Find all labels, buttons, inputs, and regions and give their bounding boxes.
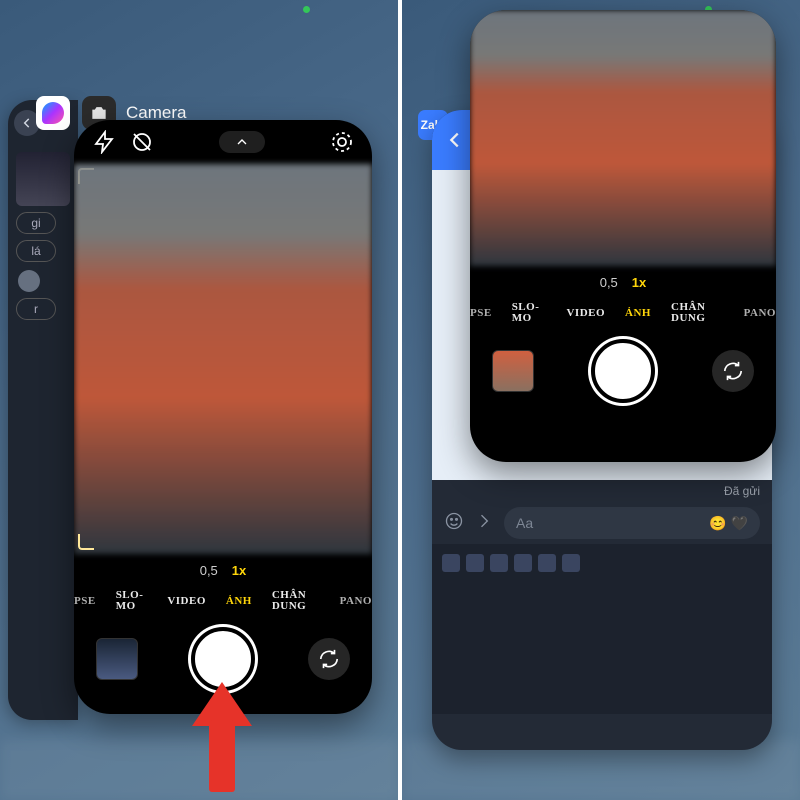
flash-icon[interactable] <box>92 130 116 154</box>
camera-viewfinder[interactable] <box>74 164 372 554</box>
night-mode-icon[interactable] <box>130 130 154 154</box>
chat-input-row: Aa 😊 🖤 <box>432 502 772 544</box>
chevron-up-icon[interactable] <box>219 131 265 153</box>
mode-timelapse[interactable]: PSE <box>470 308 492 319</box>
screenshot-left: Zalo gi lá r Camera <box>0 0 398 800</box>
last-photo-thumbnail[interactable] <box>492 350 534 392</box>
flip-camera-button[interactable] <box>308 638 350 680</box>
mode-slomo[interactable]: SLO-MO <box>116 590 148 612</box>
zoom-main[interactable]: 1x <box>632 275 646 290</box>
zoom-wide[interactable]: 0,5 <box>200 563 218 578</box>
viewfinder-corner <box>78 534 94 550</box>
last-photo-thumbnail[interactable] <box>96 638 138 680</box>
sticker-strip[interactable] <box>432 544 772 714</box>
chat-thumbnail <box>16 152 70 206</box>
chevron-right-icon[interactable] <box>474 511 494 536</box>
mode-photo[interactable]: ẢNH <box>226 596 252 607</box>
sent-label: Đã gửi <box>432 480 772 502</box>
emoji-icon[interactable] <box>444 511 464 536</box>
chat-chip: gi <box>16 212 56 234</box>
annotation-up-arrow-icon <box>192 682 252 792</box>
message-input[interactable]: Aa 😊 🖤 <box>504 507 760 539</box>
chevron-left-icon[interactable] <box>444 129 466 151</box>
mode-video[interactable]: VIDEO <box>566 308 605 319</box>
messenger-icon <box>42 102 64 124</box>
zoom-selector[interactable]: 0,5 1x <box>470 266 776 298</box>
camera-app-card[interactable]: 0,5 1x PSE SLO-MO VIDEO ẢNH CHÂN DUNG PA… <box>470 10 776 462</box>
camera-viewfinder[interactable] <box>470 10 776 266</box>
mode-video[interactable]: VIDEO <box>167 596 206 607</box>
zoom-wide[interactable]: 0,5 <box>600 275 618 290</box>
mode-portrait[interactable]: CHÂN DUNG <box>671 302 724 324</box>
camera-indicator-dot <box>303 6 310 13</box>
camera-controls <box>470 328 776 414</box>
shutter-button[interactable] <box>591 339 655 403</box>
input-placeholder: Aa <box>516 515 533 531</box>
panel-divider <box>398 0 402 800</box>
mode-slomo[interactable]: SLO-MO <box>512 302 547 324</box>
mode-selector[interactable]: PSE SLO-MO VIDEO ẢNH CHÂN DUNG PANO <box>74 586 372 616</box>
mode-pano[interactable]: PANO <box>340 596 372 607</box>
chat-chip: lá <box>16 240 56 262</box>
flip-camera-button[interactable] <box>712 350 754 392</box>
screenshot-right: Zalo Đã gửi Aa 😊 🖤 0,5 1x PSE S <box>402 0 800 800</box>
mode-timelapse[interactable]: PSE <box>74 596 96 607</box>
messenger-app-icon[interactable] <box>36 96 70 130</box>
avatar <box>18 270 40 292</box>
mode-portrait[interactable]: CHÂN DUNG <box>272 590 320 612</box>
background-chat-card[interactable]: gi lá r <box>8 100 78 720</box>
chat-chip: r <box>16 298 56 320</box>
camera-app-card[interactable]: 0,5 1x PSE SLO-MO VIDEO ẢNH CHÂN DUNG PA… <box>74 120 372 714</box>
mode-pano[interactable]: PANO <box>744 308 776 319</box>
zoom-main[interactable]: 1x <box>232 563 246 578</box>
input-trailing-icons[interactable]: 😊 🖤 <box>709 515 748 532</box>
mode-selector[interactable]: PSE SLO-MO VIDEO ẢNH CHÂN DUNG PANO <box>470 298 776 328</box>
mode-photo[interactable]: ẢNH <box>625 308 651 319</box>
zoom-selector[interactable]: 0,5 1x <box>74 554 372 586</box>
live-photo-icon[interactable] <box>330 130 354 154</box>
camera-top-bar <box>74 120 372 164</box>
